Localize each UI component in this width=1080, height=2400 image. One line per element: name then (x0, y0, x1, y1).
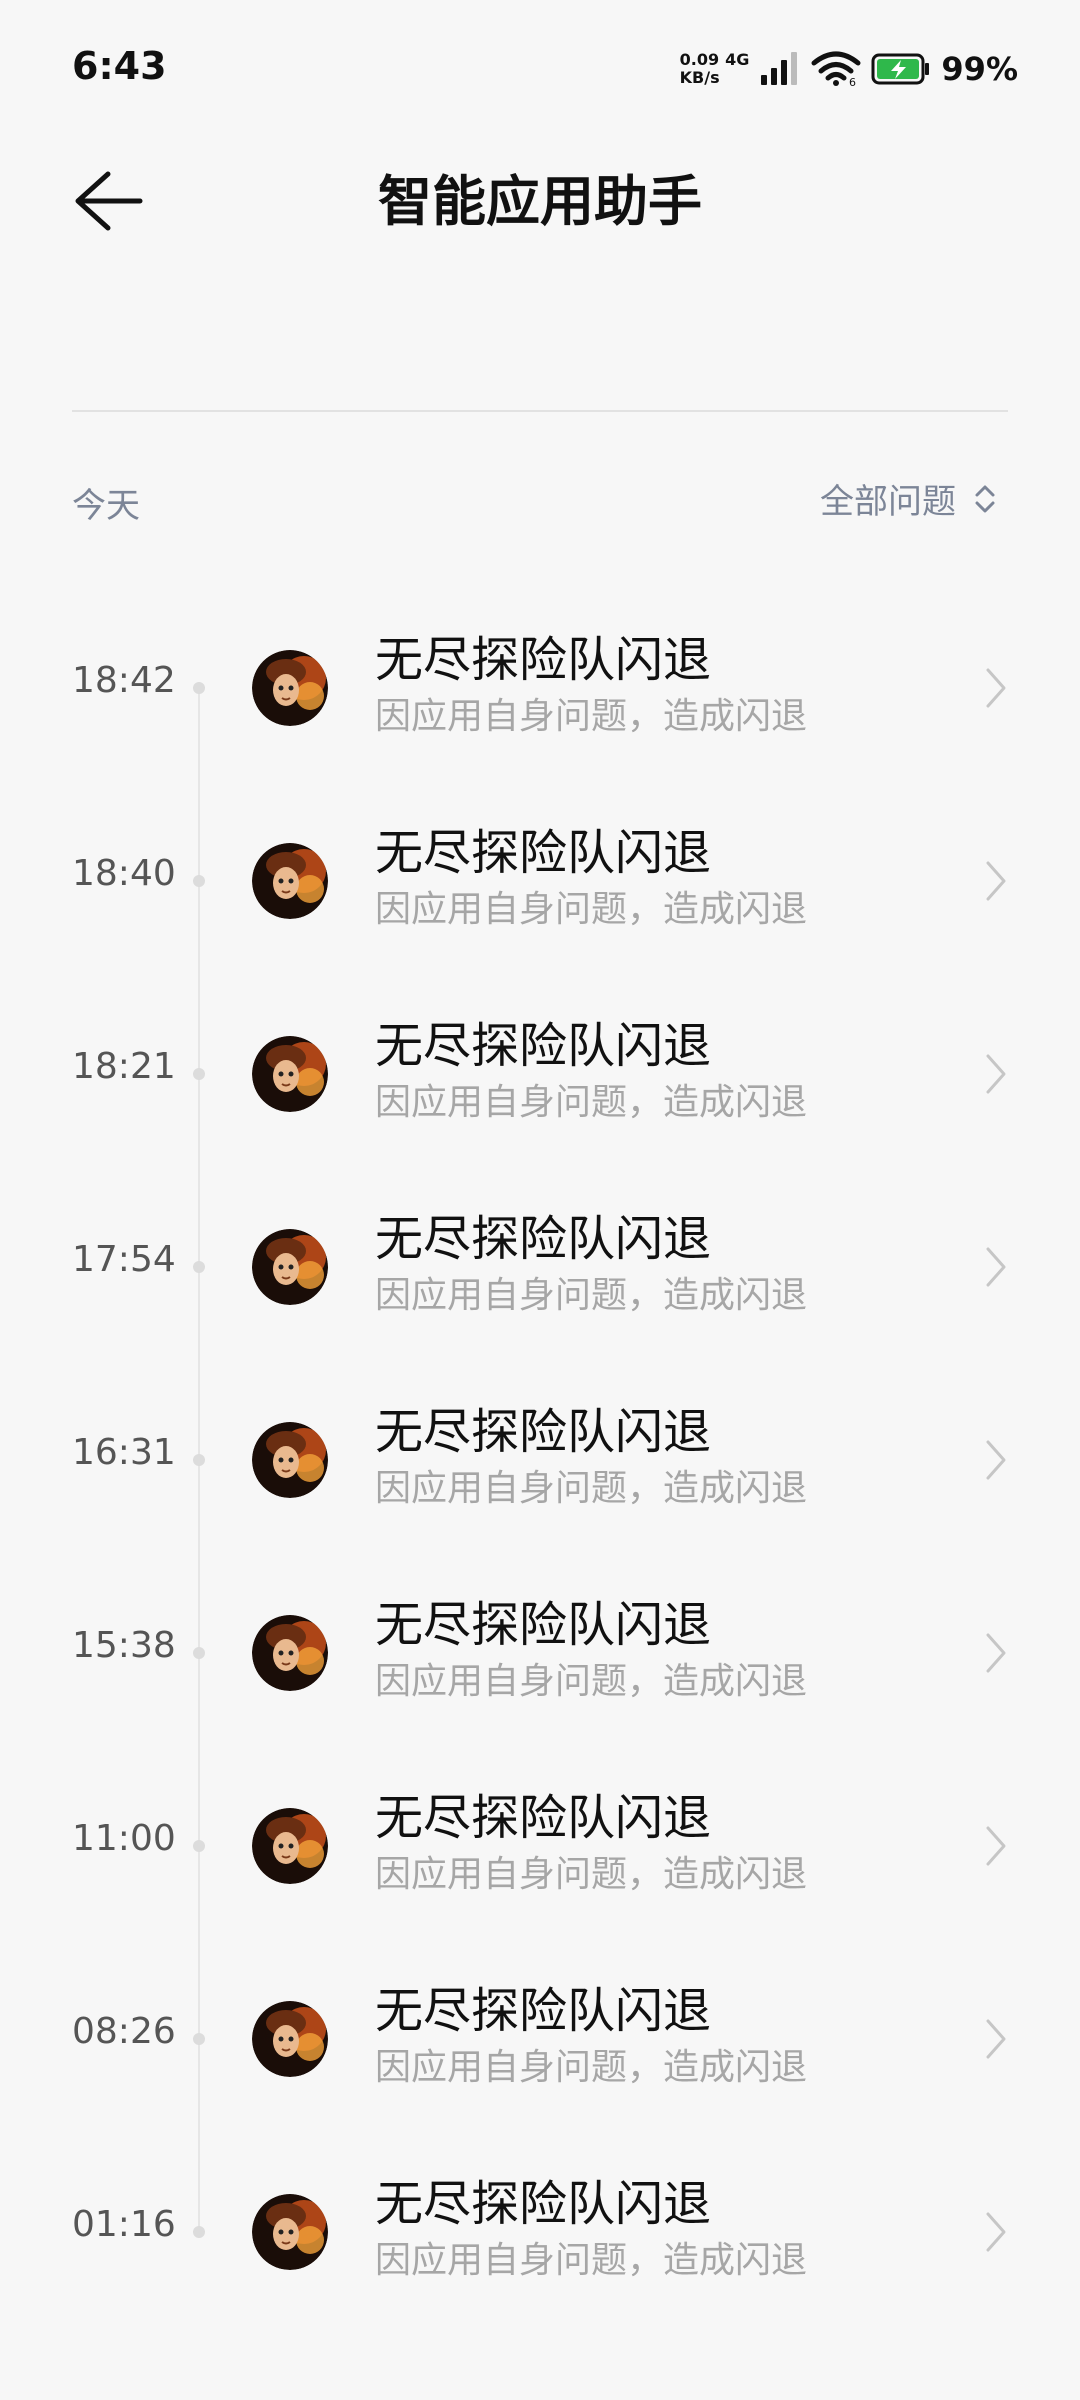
crash-event-row[interactable]: 18:42 无尽探险队闪退 因应用自身问题，造成闪退 (0, 590, 1080, 783)
status-bar: 6:43 0.09 4G KB/s 6 99% (0, 0, 1080, 140)
page-title: 智能应用助手 (378, 170, 702, 233)
event-time: 18:42 (72, 660, 176, 701)
event-reason: 因应用自身问题，造成闪退 (375, 1661, 808, 1702)
event-reason: 因应用自身问题，造成闪退 (375, 696, 808, 737)
event-title: 无尽探险队闪退 (375, 2176, 712, 2232)
crash-event-row[interactable]: 11:00 无尽探险队闪退 因应用自身问题，造成闪退 (0, 1748, 1080, 1941)
timeline-dot (193, 1454, 205, 1466)
timeline-dot (193, 2033, 205, 2045)
issue-filter-dropdown[interactable]: 全部问题 (820, 474, 996, 523)
timeline-dot (193, 1261, 205, 1273)
svg-text:6: 6 (849, 76, 856, 87)
event-reason: 因应用自身问题，造成闪退 (375, 1082, 808, 1123)
network-speed-unit: KB/s (679, 68, 720, 87)
app-icon (252, 1036, 328, 1112)
crash-event-row[interactable]: 18:40 无尽探险队闪退 因应用自身问题，造成闪退 (0, 783, 1080, 976)
app-icon (252, 1615, 328, 1691)
event-reason: 因应用自身问题，造成闪退 (375, 1468, 808, 1509)
crash-event-row[interactable]: 18:21 无尽探险队闪退 因应用自身问题，造成闪退 (0, 976, 1080, 1169)
event-time: 11:00 (72, 1818, 176, 1859)
event-reason: 因应用自身问题，造成闪退 (375, 889, 808, 930)
app-icon (252, 843, 328, 919)
up-down-chevron-icon (975, 485, 995, 512)
timeline-dot (193, 2226, 205, 2238)
event-title: 无尽探险队闪退 (375, 825, 712, 881)
crash-event-row[interactable]: 08:26 无尽探险队闪退 因应用自身问题，造成闪退 (0, 1941, 1080, 2134)
crash-event-row[interactable]: 16:31 无尽探险队闪退 因应用自身问题，造成闪退 (0, 1362, 1080, 1555)
chevron-right-icon (986, 1247, 1006, 1287)
issue-filter-label: 全部问题 (820, 482, 956, 522)
cellular-signal-icon (761, 52, 798, 85)
app-icon (252, 1808, 328, 1884)
chevron-right-icon (986, 1054, 1006, 1094)
event-reason: 因应用自身问题，造成闪退 (375, 2240, 808, 2281)
battery-charging-icon (871, 53, 930, 85)
network-speed-value: 0.09 (679, 50, 720, 69)
chevron-right-icon (986, 668, 1006, 708)
app-icon (252, 650, 328, 726)
chevron-right-icon (986, 861, 1006, 901)
app-crash-history-screen: 6:43 0.09 4G KB/s 6 99% 智能应用助手 今天 全部问题 1… (0, 0, 1080, 2400)
status-indicators: 0.09 4G KB/s 6 99% (680, 44, 1018, 94)
status-time: 6:43 (72, 44, 167, 88)
timeline-dot (193, 1647, 205, 1659)
event-reason: 因应用自身问题，造成闪退 (375, 1275, 808, 1316)
date-group-label: 今天 (72, 486, 140, 526)
event-title: 无尽探险队闪退 (375, 1018, 712, 1074)
event-reason: 因应用自身问题，造成闪退 (375, 1854, 808, 1895)
header-divider (72, 410, 1008, 412)
timeline-dot (193, 875, 205, 887)
event-title: 无尽探险队闪退 (375, 1404, 712, 1460)
event-reason: 因应用自身问题，造成闪退 (375, 2047, 808, 2088)
event-time: 18:21 (72, 1046, 176, 1087)
timeline-dot (193, 1840, 205, 1852)
app-icon (252, 1422, 328, 1498)
app-icon (252, 1229, 328, 1305)
event-title: 无尽探险队闪退 (375, 1790, 712, 1846)
wifi-icon: 6 (811, 51, 861, 87)
event-time: 18:40 (72, 853, 176, 894)
app-icon (252, 2194, 328, 2270)
network-type: 4G (725, 50, 750, 69)
chevron-right-icon (986, 1826, 1006, 1866)
chevron-right-icon (986, 1633, 1006, 1673)
crash-event-row[interactable]: 01:16 无尽探险队闪退 因应用自身问题，造成闪退 (0, 2134, 1080, 2327)
event-time: 15:38 (72, 1625, 176, 1666)
chevron-right-icon (986, 2212, 1006, 2252)
crash-event-row[interactable]: 17:54 无尽探险队闪退 因应用自身问题，造成闪退 (0, 1169, 1080, 1362)
chevron-right-icon (986, 1440, 1006, 1480)
event-time: 01:16 (72, 2204, 176, 2245)
timeline-dot (193, 682, 205, 694)
event-time: 08:26 (72, 2011, 176, 2052)
crash-event-list: 18:42 无尽探险队闪退 因应用自身问题，造成闪退 18:40 无尽探险队闪退… (0, 590, 1080, 2327)
battery-percentage: 99% (941, 50, 1018, 88)
chevron-right-icon (986, 2019, 1006, 2059)
event-title: 无尽探险队闪退 (375, 1597, 712, 1653)
event-time: 16:31 (72, 1432, 176, 1473)
network-speed: 0.09 4G KB/s (680, 51, 750, 87)
crash-event-row[interactable]: 15:38 无尽探险队闪退 因应用自身问题，造成闪退 (0, 1555, 1080, 1748)
event-time: 17:54 (72, 1239, 176, 1280)
event-title: 无尽探险队闪退 (375, 1983, 712, 2039)
timeline-dot (193, 1068, 205, 1080)
event-title: 无尽探险队闪退 (375, 1211, 712, 1267)
event-title: 无尽探险队闪退 (375, 632, 712, 688)
app-icon (252, 2001, 328, 2077)
